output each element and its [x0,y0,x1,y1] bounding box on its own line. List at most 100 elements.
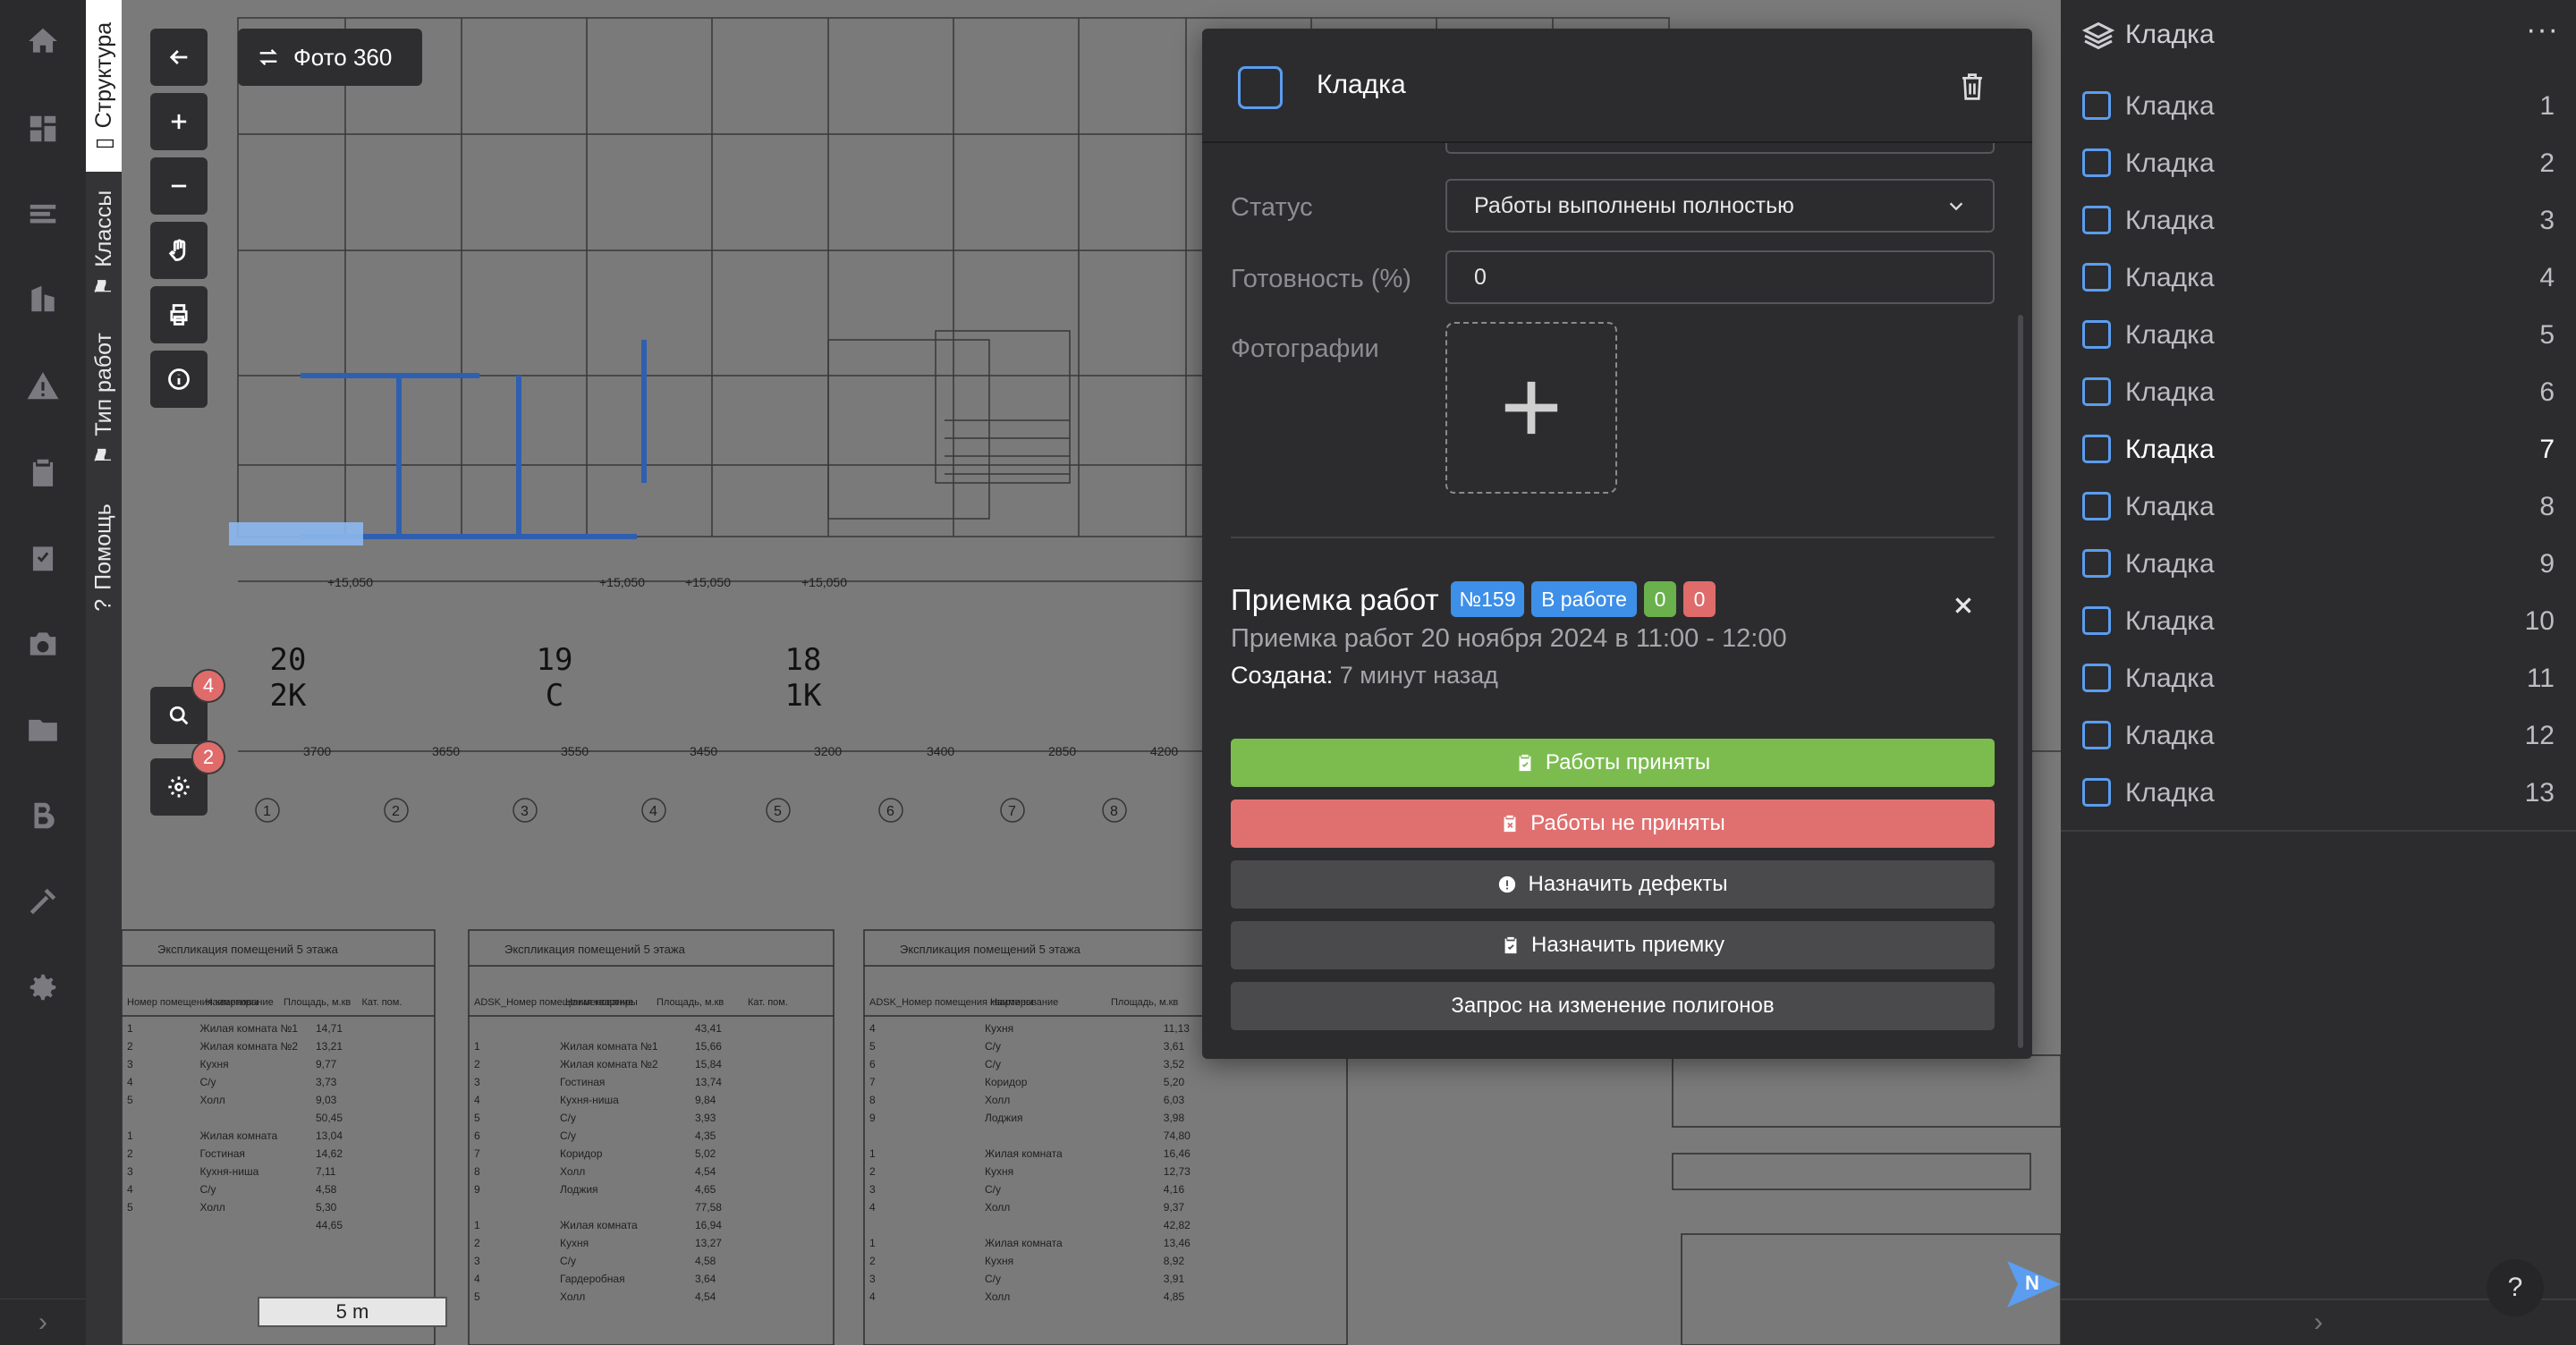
bim-icon[interactable] [21,794,64,837]
table-cell: С/у [200,1076,216,1088]
sidebar-list-item[interactable]: Кладка 8 [2061,479,2576,537]
tab-work-type-label: Тип работ [90,333,116,436]
warning-icon[interactable] [21,365,64,408]
table-cell: 3,98 [1164,1112,1185,1124]
sidebar-list-item[interactable]: Кладка 10 [2061,594,2576,651]
element-select-checkbox[interactable] [1238,66,1283,109]
table-cell: 3 [474,1076,480,1088]
item-checkbox[interactable] [2082,778,2111,807]
table-cell: 5,20 [1164,1076,1185,1088]
sidebar-list-item[interactable]: Кладка 5 [2061,308,2576,365]
add-photo-button[interactable] [1445,322,1617,494]
item-checkbox[interactable] [2082,492,2111,520]
sidebar-list-item[interactable]: Кладка 3 [2061,193,2576,250]
back-button[interactable] [150,29,208,86]
tab-help[interactable]: ? Помощь [86,490,122,624]
table-cell: 9 [869,1112,876,1124]
table-cell: Жилая комната [560,1219,638,1231]
item-checkbox[interactable] [2082,91,2111,120]
table-cell: 2 [127,1147,133,1160]
zoom-in-button[interactable] [150,93,208,150]
home-icon[interactable] [21,20,64,63]
table-cell: 3,91 [1164,1273,1185,1285]
table-cell: 9,37 [1164,1201,1185,1214]
item-label: Кладка [2125,778,2215,808]
checklist-icon[interactable] [21,537,64,579]
created-value: 7 минут назад [1339,662,1498,689]
table-header: Наименование [990,997,1058,1008]
photo-360-button[interactable]: Фото 360 [238,29,422,86]
north-label: N [2025,1272,2039,1294]
table-cell: Кухня [985,1165,1013,1178]
item-checkbox[interactable] [2082,206,2111,234]
table-cell: 4 [127,1183,133,1196]
assign-defects-button[interactable]: Назначить дефекты [1231,860,1995,909]
table-cell: Жилая комната [200,1129,278,1142]
dashboard-icon[interactable] [21,107,64,150]
sidebar-header: Кладка ··· [2061,0,2576,72]
table-cell: 4,58 [316,1183,337,1196]
info-button[interactable] [150,351,208,408]
reports-icon[interactable] [21,193,64,236]
pan-button[interactable] [150,222,208,279]
level-mark: +15,050 [685,575,731,589]
table-cell: Коридор [560,1147,603,1160]
sidebar-list-item[interactable]: Кладка 6 [2061,365,2576,422]
table-cell: 3 [869,1273,876,1285]
works-not-accepted-button[interactable]: Работы не приняты [1231,799,1995,848]
sidebar-list-item[interactable]: Кладка 13 [2061,766,2576,823]
assign-acceptance-button[interactable]: Назначить приемку [1231,921,1995,969]
status-select[interactable]: Работы выполнены полностью [1445,179,1995,233]
table-cell: 13,46 [1164,1237,1191,1249]
sidebar-list-item[interactable]: Кладка 12 [2061,708,2576,766]
camera-icon[interactable] [21,622,64,665]
help-button[interactable]: ? [2487,1259,2544,1316]
sidebar-list-item[interactable]: Кладка 11 [2061,651,2576,708]
item-checkbox[interactable] [2082,377,2111,406]
sidebar-list-item[interactable]: Кладка 7 [2061,422,2576,479]
tools-icon[interactable] [21,880,64,923]
item-checkbox[interactable] [2082,606,2111,635]
more-options-icon[interactable]: ··· [2526,13,2559,47]
table-cell: 7 [869,1076,876,1088]
item-checkbox[interactable] [2082,320,2111,349]
works-accepted-button[interactable]: Работы приняты [1231,739,1995,787]
sidebar-list-item[interactable]: Кладка 9 [2061,537,2576,594]
item-checkbox[interactable] [2082,435,2111,463]
axis-dimension: 3400 [927,744,954,758]
tab-classes[interactable]: ⚑ Классы [86,179,122,308]
acceptance-close-button[interactable] [1952,594,1975,617]
panel-scrollbar[interactable] [2018,315,2023,1048]
polygon-change-request-button[interactable]: Запрос на изменение полигонов [1231,982,1995,1030]
expand-rail-chevron-icon[interactable]: › [0,1298,86,1345]
sidebar-title: Кладка [2125,20,2215,49]
print-button[interactable] [150,286,208,343]
clipboard-icon[interactable] [21,451,64,494]
table-cell: С/у [200,1183,216,1196]
table-cell: Кухня [200,1058,229,1070]
gear-icon[interactable] [21,966,64,1009]
item-checkbox[interactable] [2082,721,2111,749]
sidebar-list-item[interactable]: Кладка 1 [2061,79,2576,136]
item-checkbox[interactable] [2082,664,2111,692]
table-cell: 6 [474,1129,480,1142]
table-cell: Гостиная [560,1076,605,1088]
previous-field-edge [1445,143,1995,154]
item-checkbox[interactable] [2082,148,2111,177]
tab-work-type[interactable]: ⚑ Тип работ [86,318,122,479]
item-checkbox[interactable] [2082,549,2111,578]
app-nav-rail: › [0,0,86,1345]
sidebar-list-item[interactable]: Кладка 2 [2061,136,2576,193]
table-cell: 2 [869,1255,876,1267]
item-label: Кладка [2125,206,2215,235]
table-cell: 13,74 [695,1076,722,1088]
folder-icon[interactable] [21,708,64,751]
table-cell: 50,45 [316,1112,343,1124]
delete-button[interactable] [1959,72,1991,104]
zoom-out-button[interactable] [150,157,208,215]
buildings-icon[interactable] [21,277,64,320]
sidebar-list-item[interactable]: Кладка 4 [2061,250,2576,308]
tab-structure[interactable]: ▯ Структура [86,0,122,172]
readiness-input[interactable]: 0 [1445,250,1995,304]
item-checkbox[interactable] [2082,263,2111,292]
